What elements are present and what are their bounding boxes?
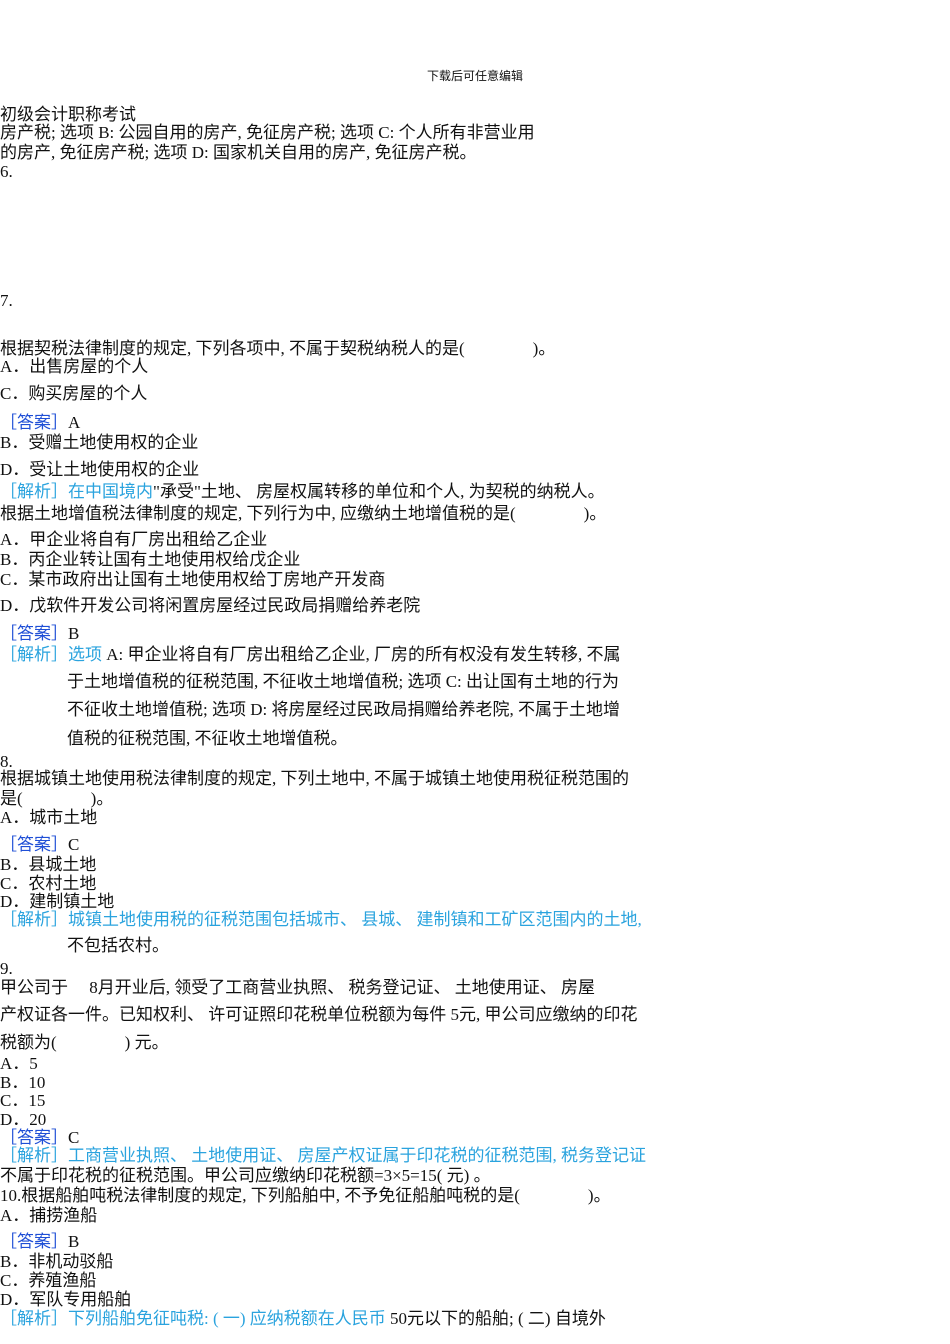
text-line: 房产税; 选项 B: 公园自用的房产, 免征房产税; 选项 C: 个人所有非营业…	[0, 123, 535, 142]
analysis-tag: ［解析］	[0, 645, 68, 664]
option: C．某市政府出让国有土地使用权给丁房地产开发商	[0, 570, 386, 589]
answer-line: ［答案］A	[0, 413, 80, 433]
doc-title: 初级会计职称考试	[0, 105, 136, 124]
answer-value: B	[68, 624, 80, 643]
question-number: 7.	[0, 291, 13, 310]
analysis-highlight: 下列船舶免征吨税: ( 一) 应纳税额在人民币	[68, 1309, 386, 1328]
option: C．购买房屋的个人	[0, 384, 148, 403]
question-text: 根据土地增值税法律制度的规定, 下列行为中, 应缴纳土地增值税的是( )。	[0, 504, 607, 523]
analysis-highlight: 城镇土地使用税的征税范围包括城市、 县城、 建制镇和工矿区范围内的土地,	[68, 910, 642, 929]
analysis-text: 不包括农村。	[67, 936, 169, 955]
answer-tag: ［答案］	[0, 413, 68, 432]
option: A．捕捞渔船	[0, 1206, 98, 1225]
answer-line: ［答案］C	[0, 835, 79, 855]
answer-line: ［答案］B	[0, 624, 79, 644]
option: A．出售房屋的个人	[0, 357, 149, 376]
option: C．农村土地	[0, 874, 97, 893]
option: D．建制镇土地	[0, 892, 115, 911]
analysis-line: ［解析］城镇土地使用税的征税范围包括城市、 县城、 建制镇和工矿区范围内的土地,	[0, 910, 642, 930]
analysis-text: "承受"土地、 房屋权属转移的单位和个人, 为契税的纳税人。	[153, 482, 605, 501]
option: B．丙企业转让国有土地使用权给戊企业	[0, 550, 301, 569]
option: B．非机动驳船	[0, 1252, 114, 1271]
analysis-tag: ［解析］	[0, 1146, 68, 1165]
option: A．甲企业将自有厂房出租给乙企业	[0, 530, 268, 549]
analysis-text: 值税的征税范围, 不征收土地增值税。	[67, 729, 348, 748]
option: D．受让土地使用权的企业	[0, 460, 200, 479]
question-text: 税额为( ) 元。	[0, 1033, 169, 1052]
answer-line: ［答案］B	[0, 1232, 79, 1252]
page-header-note: 下载后可任意编辑	[426, 69, 523, 83]
option: D．戊软件开发公司将闲置房屋经过民政局捐赠给养老院	[0, 596, 421, 615]
analysis-text: 50元以下的船舶; ( 二) 自境外	[385, 1309, 606, 1328]
analysis-highlight: 工商营业执照、 土地使用证、 房屋产权证属于印花税的征税范围, 税务登记证	[68, 1146, 646, 1165]
question-text: 是( )。	[0, 789, 114, 808]
option: B．受赠土地使用权的企业	[0, 433, 199, 452]
question-number: 9.	[0, 959, 13, 978]
question-number: 6.	[0, 162, 13, 181]
option: A．5	[0, 1054, 38, 1073]
question-text: 根据城镇土地使用税法律制度的规定, 下列土地中, 不属于城镇土地使用税征税范围的	[0, 769, 629, 788]
text-line: 的房产, 免征房产税; 选项 D: 国家机关自用的房产, 免征房产税。	[0, 143, 477, 162]
answer-tag: ［答案］	[0, 1232, 68, 1251]
analysis-line: ［解析］在中国境内"承受"土地、 房屋权属转移的单位和个人, 为契税的纳税人。	[0, 482, 605, 502]
option: B．县城土地	[0, 855, 97, 874]
analysis-line: ［解析］工商营业执照、 土地使用证、 房屋产权证属于印花税的征税范围, 税务登记…	[0, 1146, 646, 1166]
analysis-text: 于土地增值税的征税范围, 不征收土地增值税; 选项 C: 出让国有土地的行为	[67, 672, 620, 691]
analysis-text: 不属于印花税的征税范围。甲公司应缴纳印花税额=3×5=15( 元) 。	[0, 1166, 491, 1185]
question-text: 甲公司于 8月开业后, 领受了工商营业执照、 税务登记证、 土地使用证、 房屋	[0, 978, 595, 997]
answer-tag: ［答案］	[0, 835, 68, 854]
analysis-tag: ［解析］	[0, 1309, 68, 1328]
option: D．军队专用船舶	[0, 1290, 132, 1309]
analysis-tag: ［解析］	[0, 482, 68, 501]
answer-value: C	[68, 835, 80, 854]
answer-value: B	[68, 1232, 80, 1251]
analysis-tag: ［解析］	[0, 910, 68, 929]
option: C．15	[0, 1091, 46, 1110]
analysis-text: 不征收土地增值税; 选项 D: 将房屋经过民政局捐赠给养老院, 不属于土地增	[67, 700, 620, 719]
option: D．20	[0, 1110, 47, 1129]
answer-tag: ［答案］	[0, 1128, 68, 1147]
option: C．养殖渔船	[0, 1271, 97, 1290]
analysis-highlight: 在中国境内	[68, 482, 153, 501]
answer-value: A	[68, 413, 81, 432]
question-text: 根据契税法律制度的规定, 下列各项中, 不属于契税纳税人的是( )。	[0, 339, 556, 358]
analysis-line: ［解析］下列船舶免征吨税: ( 一) 应纳税额在人民币 50元以下的船舶; ( …	[0, 1309, 606, 1329]
option: B．10	[0, 1073, 46, 1092]
analysis-highlight: 选项	[68, 645, 102, 664]
option: A．城市土地	[0, 808, 98, 827]
question-text: 10.根据船舶吨税法律制度的规定, 下列船舶中, 不予免征船舶吨税的是( )。	[0, 1186, 611, 1205]
analysis-text: A: 甲企业将自有厂房出租给乙企业, 厂房的所有权没有发生转移, 不属	[102, 645, 621, 664]
question-text: 产权证各一件。已知权利、 许可证照印花税单位税额为每件 5元, 甲公司应缴纳的印…	[0, 1005, 638, 1024]
answer-value: C	[68, 1128, 80, 1147]
analysis-line: ［解析］选项 A: 甲企业将自有厂房出租给乙企业, 厂房的所有权没有发生转移, …	[0, 645, 621, 665]
answer-tag: ［答案］	[0, 624, 68, 643]
answer-line: ［答案］C	[0, 1128, 79, 1148]
